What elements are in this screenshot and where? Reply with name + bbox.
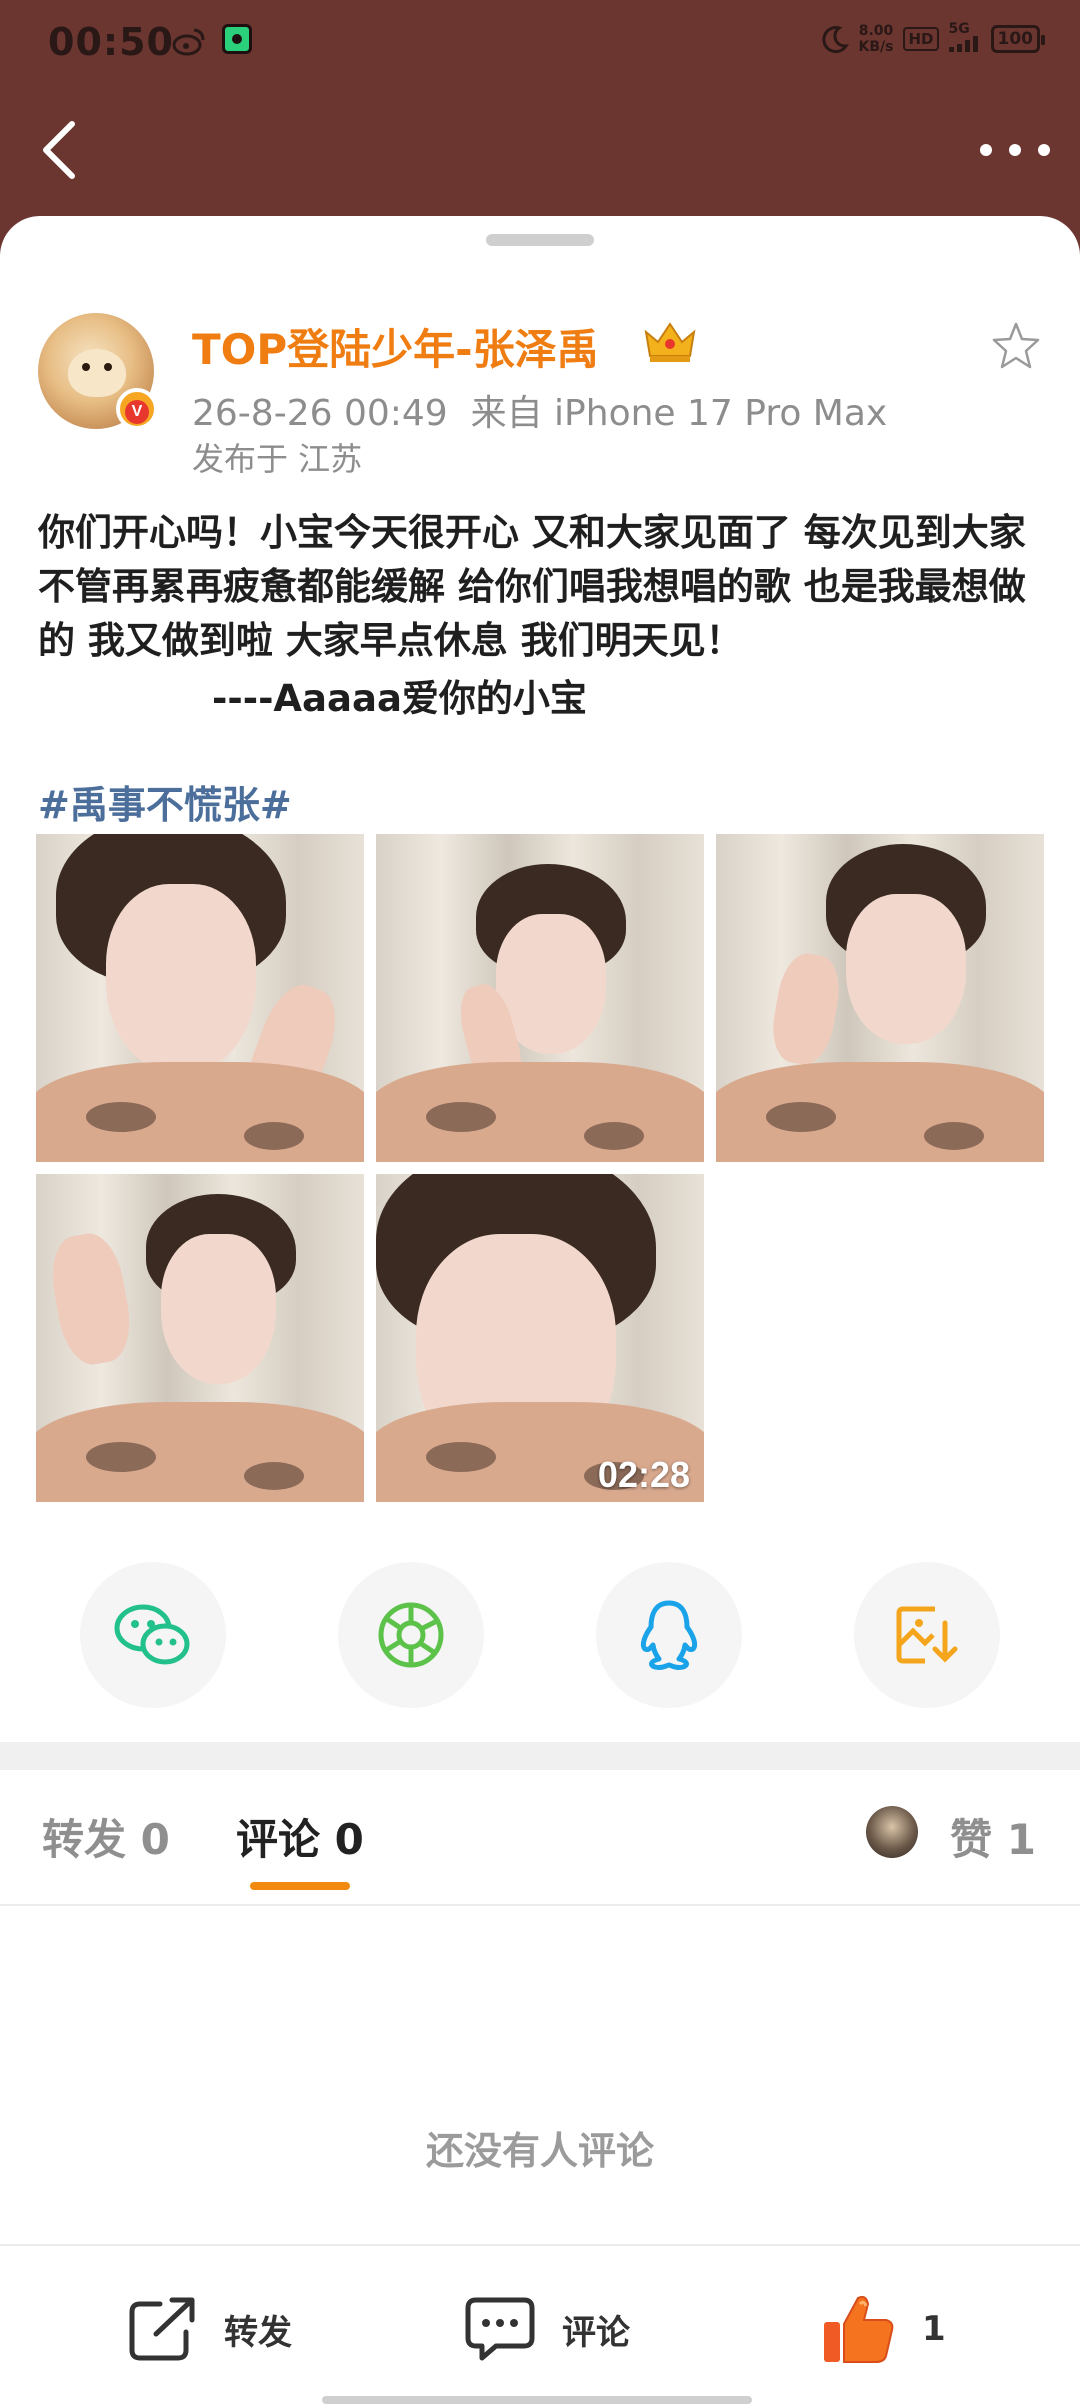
post-meta: 26-8-26 00:49 来自 iPhone 17 Pro Max xyxy=(192,384,887,436)
post-hashtag[interactable]: #禹事不慌张# xyxy=(38,774,292,829)
battery-icon: 100 xyxy=(990,24,1045,53)
favorite-star-icon[interactable] xyxy=(990,320,1042,372)
post-location: 发布于 江苏 xyxy=(192,440,363,478)
bottom-comment-button[interactable]: 评论 xyxy=(462,2292,630,2366)
bottom-bar-divider xyxy=(0,2244,1080,2246)
status-time: 00:50 xyxy=(48,20,174,64)
status-right: 8.00 KB/s HD 5G 100 xyxy=(819,22,1045,55)
share-moments-button[interactable] xyxy=(338,1562,484,1708)
tab-like[interactable]: 赞 1 xyxy=(950,1806,1036,1867)
more-dot-icon xyxy=(1038,144,1050,156)
post-photo-1[interactable] xyxy=(36,834,364,1162)
bottom-repost-button[interactable]: 转发 xyxy=(126,2292,292,2366)
signal-bars-icon xyxy=(948,36,978,52)
sheet-handle[interactable] xyxy=(486,234,594,246)
tabs-divider xyxy=(0,1904,1080,1906)
net-speed: 8.00 KB/s xyxy=(858,22,894,55)
status-bar: 00:50 8.00 KB/s HD 5G 100 xyxy=(0,0,1080,80)
verified-badge: V xyxy=(116,388,158,430)
signal-icon: 5G xyxy=(948,22,981,55)
post-sheet: V TOP登陆少年-张泽禹 26-8-26 00:49 来自 iPhone 17… xyxy=(0,216,1080,2408)
share-qq-button[interactable] xyxy=(596,1562,742,1708)
tab-comment[interactable]: 评论 0 xyxy=(236,1806,364,1867)
more-dot-icon xyxy=(1009,144,1021,156)
video-duration: 02:28 xyxy=(597,1454,690,1495)
post-timestamp: 26-8-26 00:49 xyxy=(192,393,448,434)
share-wechat-button[interactable] xyxy=(80,1562,226,1708)
moments-icon xyxy=(378,1602,444,1668)
author-name[interactable]: TOP登陆少年-张泽禹 xyxy=(192,316,599,377)
post-photo-4[interactable] xyxy=(36,1174,364,1502)
qq-icon xyxy=(640,1600,698,1671)
more-dot-icon xyxy=(980,144,992,156)
save-image-icon xyxy=(896,1606,958,1664)
post-body: 你们开心吗！小宝今天很开心 又和大家见面了 每次见到大家不管再累再疲惫都能缓解 … xyxy=(38,511,1026,662)
back-button[interactable] xyxy=(36,118,84,182)
crown-icon xyxy=(644,322,696,362)
post-photo-2[interactable] xyxy=(376,834,704,1162)
home-indicator[interactable] xyxy=(322,2396,752,2404)
moon-icon xyxy=(821,25,849,53)
wechat-icon xyxy=(114,1604,190,1665)
post-video-thumbnail[interactable]: 02:28 xyxy=(376,1174,704,1502)
liker-avatar[interactable] xyxy=(866,1806,918,1858)
hd-badge: HD xyxy=(903,26,939,51)
comment-icon xyxy=(465,2297,535,2361)
weibo-icon xyxy=(172,28,205,56)
more-options-button[interactable] xyxy=(980,132,1050,168)
post-signature: ----Aaaaa爱你的小宝 xyxy=(212,677,587,720)
app-notification-icon xyxy=(222,24,252,54)
repost-icon xyxy=(129,2297,195,2361)
empty-comments-message: 还没有人评论 xyxy=(425,2129,654,2173)
post-source: 来自 iPhone 17 Pro Max xyxy=(470,393,888,434)
save-image-button[interactable] xyxy=(854,1562,1000,1708)
thumbs-up-icon xyxy=(824,2295,894,2363)
post-photo-3[interactable] xyxy=(716,834,1044,1162)
active-tab-indicator xyxy=(250,1882,350,1890)
bottom-like-button[interactable]: 1 xyxy=(820,2292,946,2366)
section-divider xyxy=(0,1742,1080,1770)
tab-repost[interactable]: 转发 0 xyxy=(42,1806,170,1867)
